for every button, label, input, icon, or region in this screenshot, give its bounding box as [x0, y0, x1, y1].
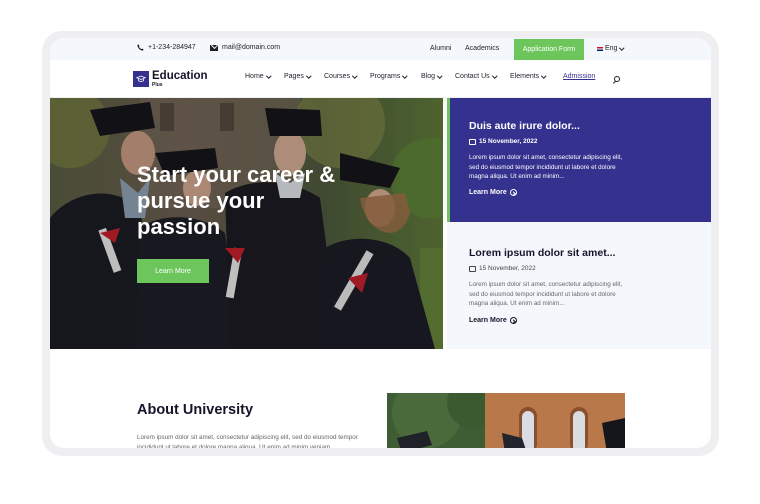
nav-item-programs[interactable]: Programs	[370, 73, 408, 80]
post-learn-more-link[interactable]: Learn More	[469, 317, 517, 324]
hero-banner: Start your career & pursue your passion …	[50, 98, 443, 349]
search-icon[interactable]	[614, 76, 620, 82]
chevron-down-icon	[265, 73, 271, 78]
calendar-icon	[469, 138, 476, 145]
post-link-label: Learn More	[469, 189, 507, 196]
post-title[interactable]: Lorem ipsum dolor sit amet...	[469, 247, 615, 259]
chevron-down-icon	[306, 73, 312, 78]
page-canvas: +1-234-284947 mail@domain.com Alumni Aca…	[0, 0, 760, 504]
nav-item-blog[interactable]: Blog	[421, 73, 443, 80]
language-selector[interactable]: Eng	[597, 45, 625, 52]
post-excerpt: Lorem ipsum dolor sit amet, consectetur …	[469, 154, 623, 180]
calendar-icon	[469, 265, 476, 272]
chevron-down-icon	[402, 73, 408, 78]
phone-number: +1-234-284947	[148, 44, 196, 51]
hero-title: Start your career & pursue your passion	[137, 162, 336, 239]
academics-link[interactable]: Academics	[465, 45, 499, 52]
nav-item-label: Elements	[510, 73, 540, 80]
graduation-cap-icon	[133, 71, 149, 87]
main-nav: Education Plus Home Pages Courses Progra…	[50, 60, 711, 98]
arrow-circle-icon	[509, 317, 517, 324]
post-date-text: 15 November, 2022	[479, 138, 538, 145]
hero-learn-more-button[interactable]: Learn More	[137, 259, 209, 283]
chevron-down-icon	[437, 73, 443, 78]
about-text: Lorem ipsum dolor sit amet, consectetur …	[137, 434, 358, 448]
logo-subtitle: Plus	[152, 82, 163, 88]
post-excerpt: Lorem ipsum dolor sit amet, consectetur …	[469, 281, 623, 307]
email-contact[interactable]: mail@domain.com	[210, 44, 280, 51]
nav-item-admission[interactable]: Admission	[563, 73, 595, 80]
nav-item-label: Programs	[370, 73, 401, 80]
alumni-link[interactable]: Alumni	[430, 45, 451, 52]
chevron-down-icon	[491, 73, 497, 78]
logo-title: Education	[152, 70, 208, 82]
post-date: 15 November, 2022	[469, 138, 538, 145]
language-label: Eng	[605, 45, 618, 52]
nav-item-home[interactable]: Home	[245, 73, 271, 80]
post-link-label: Learn More	[469, 317, 507, 324]
phone-contact[interactable]: +1-234-284947	[137, 44, 196, 51]
post-learn-more-link[interactable]: Learn More	[469, 189, 517, 196]
website-preview-card: +1-234-284947 mail@domain.com Alumni Aca…	[50, 38, 711, 448]
nav-item-label: Courses	[324, 73, 351, 80]
chevron-down-icon	[541, 73, 547, 78]
top-bar: +1-234-284947 mail@domain.com Alumni Aca…	[50, 38, 711, 60]
email-address: mail@domain.com	[222, 44, 281, 51]
nav-item-label: Home	[245, 73, 264, 80]
uk-flag-icon	[597, 46, 603, 51]
mail-icon	[210, 44, 218, 51]
about-photo	[387, 393, 625, 448]
site-logo[interactable]: Education Plus	[133, 70, 208, 88]
featured-post: Duis aute irure dolor... 15 November, 20…	[447, 98, 711, 222]
nav-item-label: Blog	[421, 73, 436, 80]
nav-item-label: Pages	[284, 73, 304, 80]
nav-item-label: Contact Us	[455, 73, 490, 80]
nav-item-elements[interactable]: Elements	[510, 73, 547, 80]
nav-item-courses[interactable]: Courses	[324, 73, 358, 80]
arrow-circle-icon	[509, 189, 517, 196]
nav-item-pages[interactable]: Pages	[284, 73, 312, 80]
post-date-text: 15 November, 2022	[479, 265, 536, 272]
about-title: About University	[137, 402, 254, 418]
chevron-down-icon	[619, 45, 625, 50]
chevron-down-icon	[352, 73, 358, 78]
phone-icon	[137, 44, 144, 51]
nav-item-contact-us[interactable]: Contact Us	[455, 73, 497, 80]
application-form-button[interactable]: Application Form	[514, 39, 584, 60]
post-date: 15 November, 2022	[469, 265, 536, 272]
post-title[interactable]: Duis aute irure dolor...	[469, 120, 580, 132]
post-card: Lorem ipsum dolor sit amet... 15 Novembe…	[447, 222, 711, 349]
